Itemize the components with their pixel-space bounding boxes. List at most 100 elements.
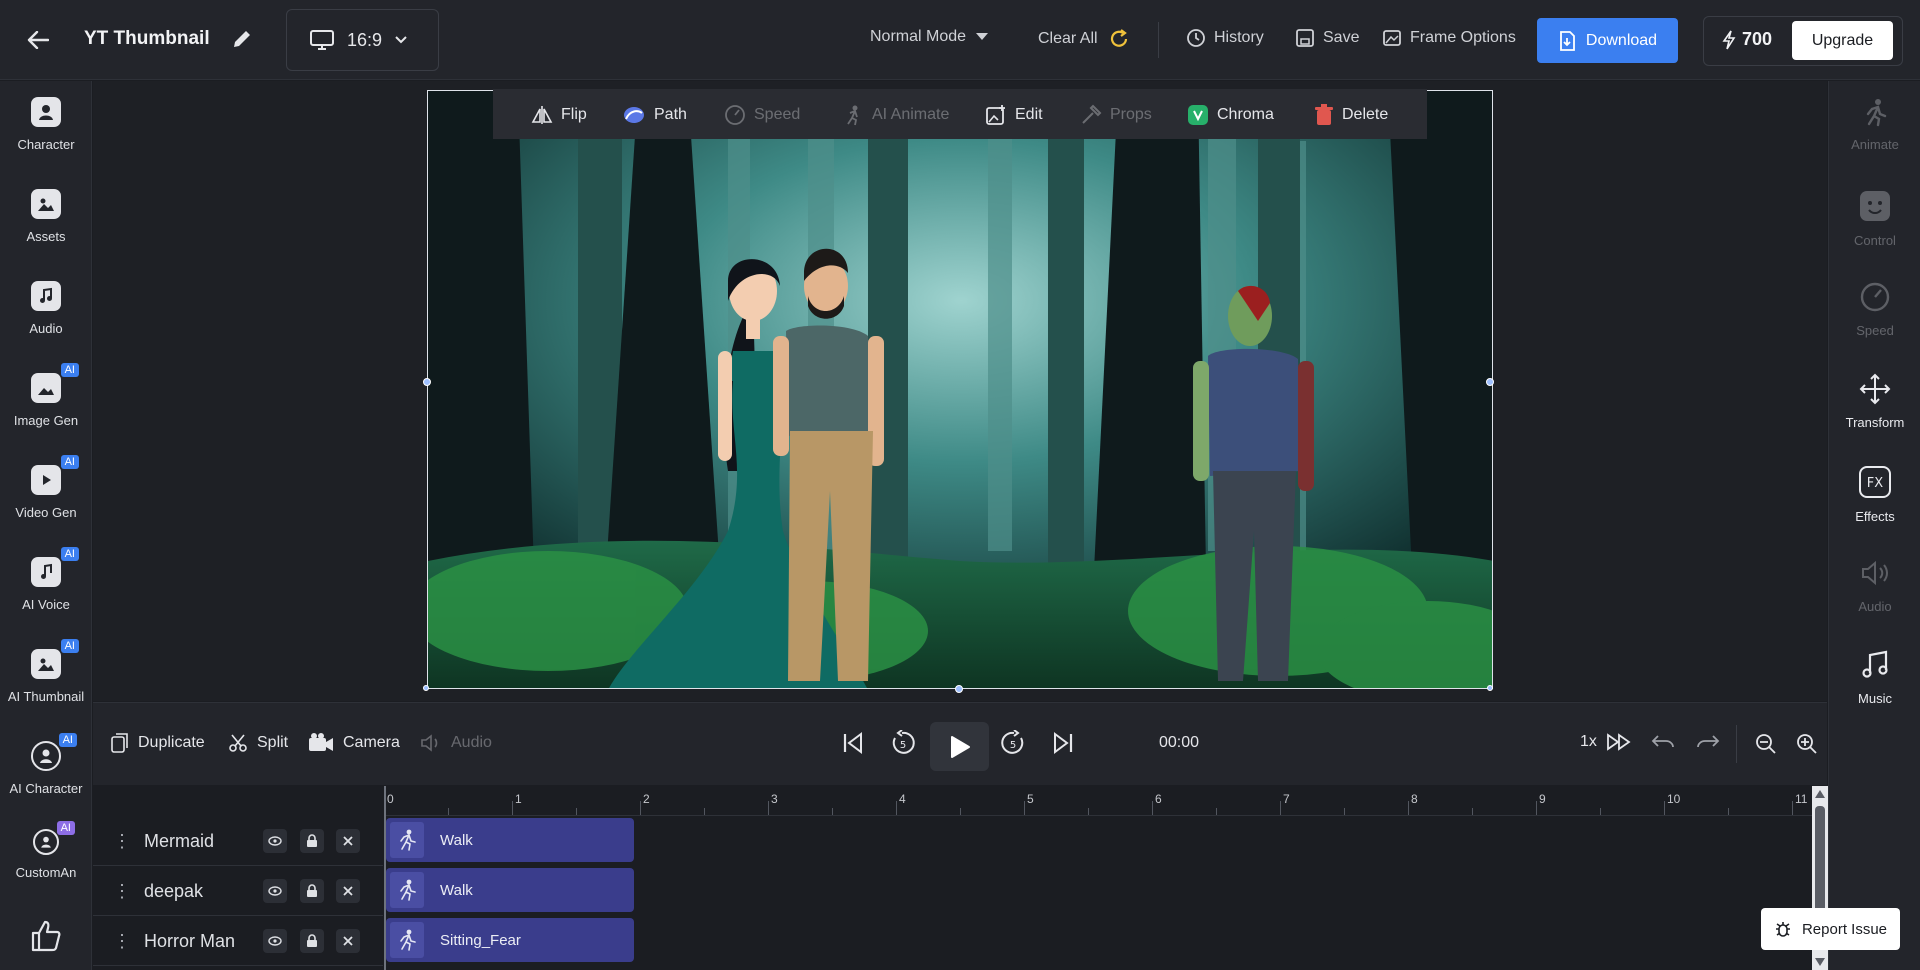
flip-button[interactable]: Flip <box>531 104 587 126</box>
split-button[interactable]: Split <box>228 733 288 753</box>
divider <box>1158 22 1159 58</box>
props-button[interactable]: Props <box>1080 104 1152 126</box>
lock-icon[interactable] <box>300 929 324 953</box>
sidebar-item-custom-animation[interactable]: AI CustomAn <box>0 821 92 880</box>
custom-animation-icon: AI <box>33 821 75 855</box>
clip-horror-man-sitting-fear[interactable]: Sitting_Fear <box>386 918 634 962</box>
delete-button[interactable]: Delete <box>1314 104 1388 126</box>
report-issue-button[interactable]: Report Issue <box>1761 908 1900 950</box>
resize-handle-right[interactable] <box>1486 378 1494 386</box>
eye-icon[interactable] <box>263 829 287 853</box>
scene-canvas[interactable] <box>427 90 1493 689</box>
drag-handle-icon[interactable]: ⋮ <box>113 881 131 902</box>
lightning-icon <box>1722 30 1736 49</box>
sidebar-item-ai-thumbnail[interactable]: AI AI Thumbnail <box>0 639 92 704</box>
mode-dropdown[interactable]: Normal Mode <box>870 28 989 46</box>
track-header-horror-man: ⋮ Horror Man <box>93 917 383 966</box>
sidebar-item-audio[interactable]: Audio <box>0 281 92 336</box>
right-item-speed[interactable]: Speed <box>1829 281 1920 338</box>
upgrade-button[interactable]: Upgrade <box>1792 21 1893 60</box>
right-item-label: Audio <box>1858 599 1892 614</box>
eye-icon[interactable] <box>263 879 287 903</box>
clip-deepak-walk[interactable]: Walk <box>386 868 634 912</box>
sidebar-item-assets[interactable]: Assets <box>0 189 92 244</box>
clip-mermaid-walk[interactable]: Walk <box>386 818 634 862</box>
back-arrow-icon[interactable] <box>22 24 54 56</box>
zoom-out-button[interactable] <box>1755 733 1777 755</box>
right-item-control[interactable]: Control <box>1829 189 1920 248</box>
report-issue-label: Report Issue <box>1801 920 1888 938</box>
feedback-thumbs-up[interactable] <box>0 919 92 953</box>
flip-label: Flip <box>561 106 587 123</box>
timeline-ruler[interactable]: 0 1 2 3 4 5 6 7 8 9 10 11 <box>384 786 1814 816</box>
sidebar-label: CustomAn <box>15 865 77 880</box>
play-button[interactable] <box>930 722 989 771</box>
sidebar-item-ai-voice[interactable]: AI AI Voice <box>0 547 92 612</box>
undo-button[interactable] <box>1651 733 1675 753</box>
download-button[interactable]: Download <box>1537 18 1678 63</box>
frame-options-button[interactable]: Frame Options <box>1382 28 1516 48</box>
sidebar-item-ai-character[interactable]: AI AI Character <box>0 733 92 796</box>
right-item-label: Transform <box>1845 415 1905 430</box>
chroma-button[interactable]: Chroma <box>1187 104 1274 126</box>
resize-handle-bottom[interactable] <box>955 685 963 693</box>
zoom-in-button[interactable] <box>1796 733 1818 755</box>
playback-speed-button[interactable]: 1x <box>1580 733 1632 751</box>
drag-handle-icon[interactable]: ⋮ <box>113 831 131 852</box>
eye-icon[interactable] <box>263 929 287 953</box>
ruler-tick <box>1536 801 1537 815</box>
camera-button[interactable]: Camera <box>308 733 400 753</box>
close-icon[interactable] <box>336 929 360 953</box>
lock-icon[interactable] <box>300 879 324 903</box>
forward-5-button[interactable]: 5 <box>1000 730 1026 756</box>
rewind-5-button[interactable]: 5 <box>890 730 916 756</box>
redo-button[interactable] <box>1696 733 1720 753</box>
sidebar-label: Assets <box>26 229 66 244</box>
ruler-minor-tick <box>1216 808 1217 815</box>
lock-icon[interactable] <box>300 829 324 853</box>
path-button[interactable]: Path <box>622 104 687 126</box>
speedometer-icon <box>1860 282 1890 312</box>
ruler-tick <box>1152 801 1153 815</box>
skip-to-start-button[interactable] <box>841 731 865 755</box>
edit-button[interactable]: Edit <box>985 104 1043 126</box>
pencil-icon[interactable] <box>230 27 256 53</box>
duplicate-button[interactable]: Duplicate <box>111 733 205 753</box>
audio-control-button[interactable]: Audio <box>420 733 492 753</box>
right-item-transform[interactable]: Transform <box>1829 373 1920 430</box>
ai-thumbnail-icon: AI <box>31 639 79 679</box>
clear-all-button[interactable]: Clear All <box>1038 28 1130 50</box>
ai-badge: AI <box>58 733 77 747</box>
right-item-music[interactable]: Music <box>1829 649 1920 706</box>
right-item-label: Control <box>1854 233 1896 248</box>
split-label: Split <box>257 734 289 751</box>
right-item-label: Animate <box>1851 137 1899 152</box>
close-icon[interactable] <box>336 879 360 903</box>
save-button[interactable]: Save <box>1295 28 1359 48</box>
sidebar-item-video-gen[interactable]: AI Video Gen <box>0 455 92 520</box>
drag-handle-icon[interactable]: ⋮ <box>113 931 131 952</box>
track-header-deepak: ⋮ deepak <box>93 867 383 916</box>
playback-controls: Duplicate Split Camera Audio 5 5 00:00 1… <box>93 702 1827 785</box>
ai-run-icon <box>847 105 858 126</box>
speed-button[interactable]: Speed <box>724 104 800 126</box>
right-item-effects[interactable]: FX Effects <box>1829 465 1920 524</box>
aspect-ratio-selector[interactable]: 16:9 <box>286 9 439 71</box>
scroll-up-icon[interactable] <box>1815 790 1825 798</box>
skip-to-end-button[interactable] <box>1051 731 1075 755</box>
ai-animate-button[interactable]: AI Animate <box>842 104 949 126</box>
close-icon[interactable] <box>336 829 360 853</box>
resize-handle-left[interactable] <box>423 378 431 386</box>
right-item-animate[interactable]: Animate <box>1829 97 1920 152</box>
right-item-audio[interactable]: Audio <box>1829 557 1920 614</box>
history-button[interactable]: History <box>1186 28 1264 48</box>
ruler-tick-label: 10 <box>1667 792 1681 806</box>
resize-handle-bottom-left[interactable] <box>423 685 429 691</box>
resize-handle-bottom-right[interactable] <box>1487 685 1493 691</box>
sidebar-item-image-gen[interactable]: AI Image Gen <box>0 363 92 428</box>
sidebar-item-character[interactable]: Character <box>0 97 92 152</box>
project-title[interactable]: YT Thumbnail <box>84 28 210 50</box>
scroll-down-icon[interactable] <box>1815 958 1825 966</box>
zoom-in-icon <box>1797 734 1817 754</box>
face-control-icon <box>1860 191 1890 221</box>
